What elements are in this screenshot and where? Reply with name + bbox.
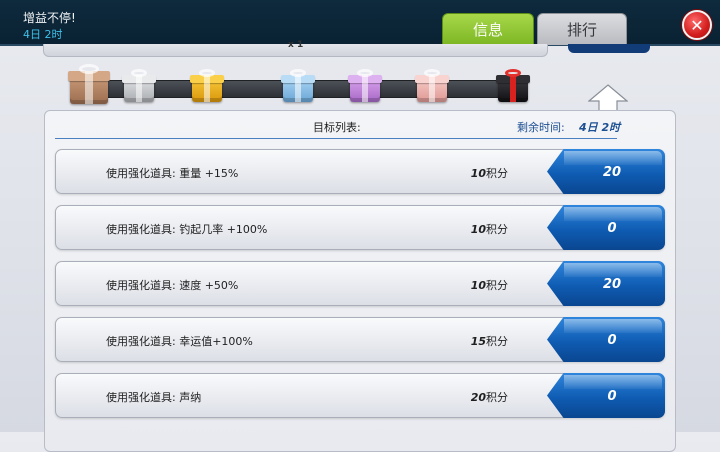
- silver-gift-icon[interactable]: [122, 69, 156, 102]
- goal-row: 使用强化道具: 重量 +15% 10积分 20: [55, 149, 665, 194]
- goal-label: 使用强化道具: 幸运值+100%: [106, 335, 253, 348]
- goal-progress: 0: [607, 389, 617, 404]
- bronze-gift-icon[interactable]: [68, 64, 110, 104]
- tab-info[interactable]: 信息: [442, 13, 534, 45]
- goal-progress: 0: [607, 333, 617, 348]
- goal-label: 使用强化道具: 速度 +50%: [106, 279, 239, 292]
- reward-claim-button[interactable]: [568, 44, 650, 53]
- pink-gift-icon[interactable]: [415, 69, 449, 102]
- reward-multiplier: x 1: [288, 40, 304, 50]
- black-gift-icon[interactable]: [496, 69, 530, 102]
- goal-row: 使用强化道具: 幸运值+100% 15积分 0: [55, 317, 665, 362]
- event-title: 增益不停!: [23, 11, 76, 25]
- goal-row: 使用强化道具: 钓起几率 +100% 10积分 0: [55, 205, 665, 250]
- tab-ranking[interactable]: 排行: [537, 13, 627, 45]
- goal-label: 使用强化道具: 声纳: [106, 391, 202, 404]
- divider: [55, 138, 617, 139]
- close-icon: ✕: [690, 15, 704, 35]
- gold-gift-icon[interactable]: [190, 69, 224, 102]
- event-time: 4日 2时: [23, 28, 63, 41]
- goal-label: 使用强化道具: 重量 +15%: [106, 167, 239, 180]
- goal-progress: 0: [607, 221, 617, 236]
- goal-label: 使用强化道具: 钓起几率 +100%: [106, 223, 268, 236]
- goal-points: 10积分: [470, 167, 508, 180]
- goal-row: 使用强化道具: 速度 +50% 10积分 20: [55, 261, 665, 306]
- goal-points: 10积分: [470, 223, 508, 236]
- close-button[interactable]: ✕: [682, 10, 712, 40]
- goal-points: 20积分: [470, 391, 508, 404]
- purple-gift-icon[interactable]: [348, 69, 382, 102]
- goal-progress: 20: [602, 277, 622, 292]
- goal-points: 15积分: [470, 335, 508, 348]
- blue-gift-icon[interactable]: [281, 69, 315, 102]
- remaining-time-value: 4日 2时: [579, 121, 621, 134]
- goal-row: 使用强化道具: 声纳 20积分 0: [55, 373, 665, 418]
- goal-list-title: 目标列表:: [313, 121, 361, 134]
- goal-points: 10积分: [470, 279, 508, 292]
- goal-progress: 20: [602, 165, 622, 180]
- remaining-time-label: 剩余时间:: [517, 121, 565, 134]
